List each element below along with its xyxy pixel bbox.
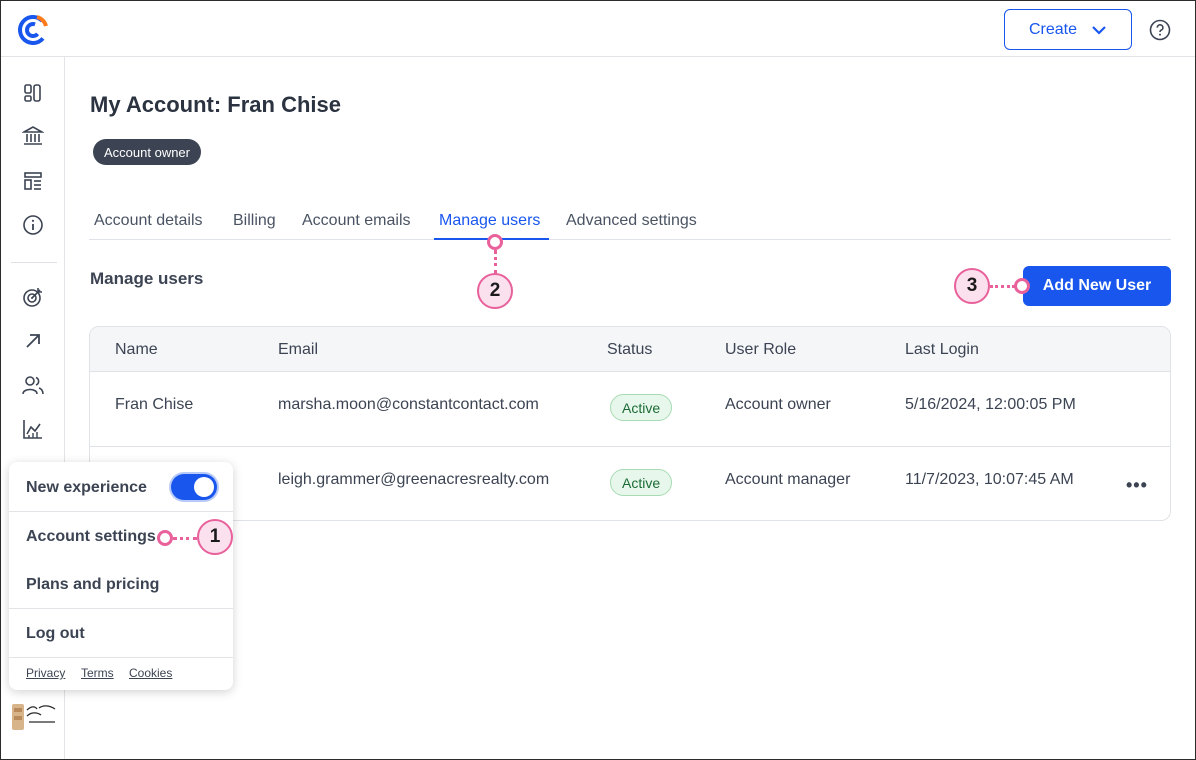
callout-2: 2 — [477, 273, 513, 309]
help-icon[interactable] — [1149, 19, 1171, 41]
arrow-up-right-icon[interactable] — [21, 329, 45, 353]
column-header-name[interactable]: Name — [115, 341, 158, 359]
callout-3-line — [990, 285, 1015, 288]
tab-advanced-settings[interactable]: Advanced settings — [566, 212, 697, 230]
tab-billing[interactable]: Billing — [233, 212, 276, 230]
sidebar-divider — [11, 262, 57, 263]
users-table: Name Email Status User Role Last Login F… — [89, 326, 1171, 521]
table-row[interactable]: leigh.grammer@greenacresrealty.com Activ… — [90, 447, 1170, 520]
menu-divider — [9, 511, 233, 512]
tab-account-emails[interactable]: Account emails — [302, 212, 411, 230]
callout-1: 1 — [197, 519, 233, 555]
more-icon[interactable]: ••• — [1126, 475, 1148, 496]
logo-icon[interactable] — [16, 13, 50, 47]
account-popup-menu: New experience Account settings Plans an… — [9, 462, 233, 690]
tab-manage-users[interactable]: Manage users — [439, 212, 540, 230]
callout-1-line — [173, 537, 197, 540]
menu-divider — [9, 608, 233, 609]
privacy-link[interactable]: Privacy — [26, 666, 65, 680]
new-experience-toggle[interactable] — [171, 474, 217, 500]
info-icon[interactable] — [21, 213, 45, 237]
cell-name: Fran Chise — [115, 396, 194, 413]
column-header-status[interactable]: Status — [607, 341, 652, 359]
table-row[interactable]: Fran Chise marsha.moon@constantcontact.c… — [90, 372, 1170, 447]
tab-account-details[interactable]: Account details — [94, 212, 203, 230]
company-logo[interactable] — [11, 700, 59, 734]
menu-item-log-out[interactable]: Log out — [26, 625, 85, 643]
cell-last-login: 5/16/2024, 12:00:05 PM — [905, 396, 1076, 413]
create-button[interactable]: Create — [1004, 9, 1132, 50]
account-owner-badge: Account owner — [93, 139, 201, 165]
bank-icon[interactable] — [21, 124, 45, 148]
new-experience-label: New experience — [26, 479, 147, 496]
callout-3: 3 — [954, 268, 990, 304]
cell-user-role: Account owner — [725, 396, 831, 413]
cell-last-login: 11/7/2023, 10:07:45 AM — [905, 471, 1074, 488]
menu-item-account-settings[interactable]: Account settings — [26, 528, 156, 546]
target-icon[interactable] — [21, 285, 45, 309]
cell-email: leigh.grammer@greenacresrealty.com — [278, 471, 550, 488]
create-button-label: Create — [1028, 20, 1078, 38]
status-badge: Active — [610, 469, 673, 496]
add-new-user-button[interactable]: Add New User — [1023, 266, 1171, 306]
toggle-knob — [194, 477, 214, 497]
callout-2-dot — [487, 234, 503, 250]
users-icon[interactable] — [21, 373, 45, 397]
column-header-email[interactable]: Email — [278, 341, 318, 359]
cell-email: marsha.moon@constantcontact.com — [278, 396, 539, 413]
cell-user-role: Account manager — [725, 471, 851, 488]
dashboard-icon[interactable] — [21, 81, 45, 105]
layout-icon[interactable] — [21, 169, 45, 193]
callout-1-dot — [157, 530, 173, 546]
chevron-down-icon — [1092, 25, 1106, 35]
page-title: My Account: Fran Chise — [90, 92, 341, 117]
column-header-last-login[interactable]: Last Login — [905, 341, 979, 359]
menu-divider — [9, 657, 233, 658]
tab-bar: Account details Billing Account emails M… — [89, 206, 1171, 240]
menu-item-plans-pricing[interactable]: Plans and pricing — [26, 576, 159, 594]
terms-link[interactable]: Terms — [81, 666, 114, 680]
status-badge: Active — [610, 394, 673, 421]
cookies-link[interactable]: Cookies — [129, 666, 172, 680]
callout-3-dot — [1014, 278, 1030, 294]
column-header-user-role[interactable]: User Role — [725, 341, 796, 359]
callout-2-line — [494, 250, 497, 274]
chart-icon[interactable] — [21, 417, 45, 441]
section-title: Manage users — [90, 269, 204, 288]
top-bar: Create — [1, 1, 1195, 57]
table-header: Name Email Status User Role Last Login — [90, 327, 1170, 372]
